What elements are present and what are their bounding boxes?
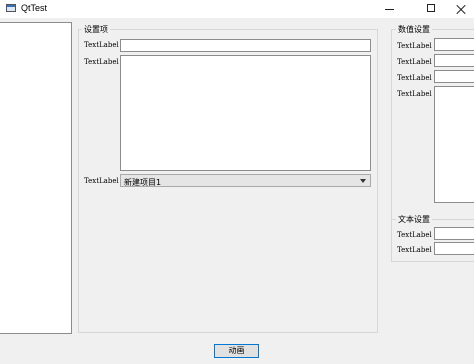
- number-label-4: TextLabel: [397, 90, 432, 98]
- number-field-1[interactable]: [434, 38, 474, 51]
- text-label-2: TextLabel: [397, 246, 432, 254]
- number-label-2: TextLabel: [397, 58, 432, 66]
- window-title: QtTest: [21, 3, 48, 13]
- close-button[interactable]: [449, 0, 474, 18]
- number-field-3[interactable]: [434, 70, 474, 83]
- text-settings-group: 文本设置: [391, 214, 474, 262]
- text-group-title: 文本设置: [396, 214, 432, 225]
- combo-label: TextLabel: [84, 177, 119, 185]
- number-field-2[interactable]: [434, 54, 474, 67]
- text-field-2[interactable]: [434, 242, 474, 255]
- project-combobox[interactable]: 新建项目1: [120, 174, 371, 187]
- title-bar: QtTest: [0, 0, 474, 18]
- number-text-area[interactable]: [434, 86, 474, 203]
- settings-line-edit[interactable]: [120, 39, 371, 52]
- app-window-icon: [6, 4, 16, 12]
- maximize-button[interactable]: [414, 0, 448, 18]
- number-label-3: TextLabel: [397, 74, 432, 82]
- chevron-down-icon: [360, 179, 366, 183]
- animate-button[interactable]: 动画: [214, 344, 259, 358]
- settings-text-edit[interactable]: [120, 55, 371, 171]
- number-group-title: 数值设置: [396, 24, 432, 35]
- combo-selected-value: 新建项目1: [124, 178, 162, 187]
- left-list-widget[interactable]: [0, 22, 72, 334]
- text-edit-label: TextLabel: [84, 58, 119, 66]
- text-label-1: TextLabel: [397, 231, 432, 239]
- text-field-1[interactable]: [434, 227, 474, 240]
- minimize-button[interactable]: [373, 0, 407, 18]
- number-label-1: TextLabel: [397, 42, 432, 50]
- settings-group-title: 设置项: [82, 24, 110, 35]
- line-edit-label: TextLabel: [84, 41, 119, 49]
